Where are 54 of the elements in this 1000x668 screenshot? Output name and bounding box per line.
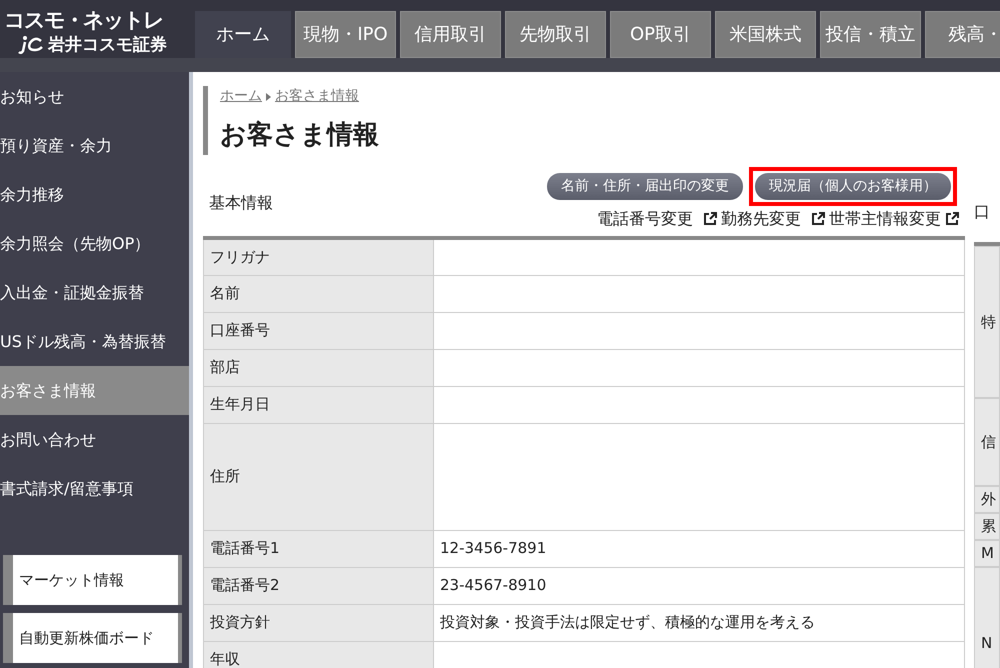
row-label: 信 <box>974 398 1000 486</box>
link[interactable]: 世帯主情報変更 <box>829 207 941 231</box>
logo-title: コスモ・ネットレ <box>4 7 164 34</box>
external-link-icon[interactable] <box>945 212 959 226</box>
row-value: 23-4567-8910 <box>434 567 964 604</box>
row-label: M <box>974 540 1000 567</box>
sidebar-item[interactable]: 余力照会（先物OP） <box>0 219 189 268</box>
panel-heading: 口 <box>974 201 991 223</box>
logo-mark-icon <box>18 35 44 55</box>
sidebar-item[interactable]: USドル残高・為替振替 <box>0 317 189 366</box>
page-title: お客さま情報 <box>220 119 380 152</box>
company-name: 岩井コスモ証券 <box>48 34 167 56</box>
row-label: 住所 <box>204 423 434 530</box>
chevron-icon <box>266 92 271 100</box>
sidebar-item[interactable]: 書式請求/留意事項 <box>0 464 189 513</box>
row-label: 生年月日 <box>204 386 434 423</box>
external-link-icon[interactable] <box>703 212 717 226</box>
sidebar-item[interactable]: 余力推移 <box>0 170 189 219</box>
row-value: 投資対象・投資手法は限定せず、積極的な運用を考える <box>434 604 964 641</box>
nav-tab[interactable]: 残高・ <box>925 11 1000 58</box>
row-label: 口座番号 <box>204 312 434 349</box>
row-label: 電話番号2 <box>204 567 434 604</box>
sidebar-item[interactable]: お知らせ <box>0 72 189 121</box>
nav-tab[interactable]: 信用取引 <box>400 11 501 58</box>
row-label: 年収 <box>204 641 434 668</box>
row-label: 外 <box>974 486 1000 513</box>
sidebar-item[interactable]: 預り資産・余力 <box>0 121 189 170</box>
row-label: 名前 <box>204 275 434 312</box>
nav-tab[interactable]: ホーム <box>195 11 291 58</box>
row-value: 12-3456-7891 <box>434 530 964 567</box>
link[interactable]: 電話番号変更 <box>597 207 693 231</box>
sidebar-link-button[interactable]: 自動更新株価ボード <box>3 613 182 663</box>
action-button[interactable]: 現況届（個人のお客様用） <box>755 173 951 200</box>
sidebar-link-button[interactable]: マーケット情報 <box>3 555 182 605</box>
nav-tab[interactable]: 米国株式 <box>715 11 816 58</box>
row-label: N <box>974 567 1000 668</box>
sidebar-item[interactable]: 入出金・証拠金振替 <box>0 268 189 317</box>
breadcrumb-link[interactable]: お客さま情報 <box>275 86 359 107</box>
external-link-icon[interactable] <box>811 212 825 226</box>
nav-tab[interactable]: OP取引 <box>610 11 711 58</box>
nav-tab[interactable]: 先物取引 <box>505 11 606 58</box>
breadcrumb-link[interactable]: ホーム <box>220 86 262 107</box>
row-label: 電話番号1 <box>204 530 434 567</box>
nav-tab[interactable]: 投信・積立 <box>820 11 921 58</box>
row-label: 累 <box>974 513 1000 540</box>
section-heading: 基本情報 <box>208 192 273 214</box>
row-label: 部店 <box>204 349 434 386</box>
link[interactable]: 勤務先変更 <box>721 207 801 231</box>
row-label: 特 <box>974 246 1000 398</box>
row-label: フリガナ <box>204 238 434 275</box>
action-button[interactable]: 名前・住所・届出印の変更 <box>547 173 743 200</box>
row-label: 投資方針 <box>204 604 434 641</box>
nav-tab[interactable]: 現物・IPO <box>295 11 396 58</box>
sidebar-item[interactable]: お問い合わせ <box>0 415 189 464</box>
